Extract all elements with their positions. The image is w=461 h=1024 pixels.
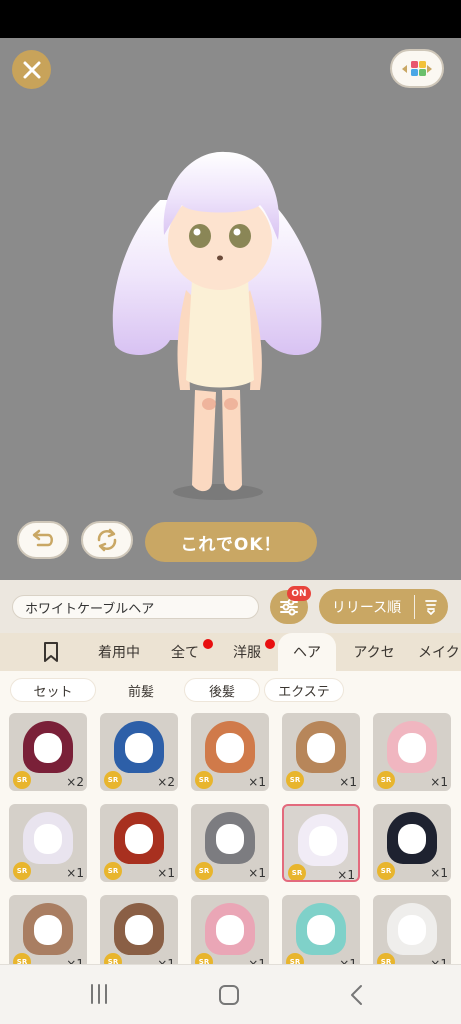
item-count: ×1 [157,957,175,964]
tab-hair[interactable]: ヘア [278,633,336,671]
rarity-badge: SR [13,953,31,964]
face-silhouette [125,824,153,854]
tab-all-notification-dot [203,639,213,649]
rarity-badge: SR [104,771,122,789]
hair-item-tile[interactable]: SR ×1 [373,804,451,882]
hair-item-tile[interactable]: SR ×1 [282,804,360,882]
hair-item-tile[interactable]: SR ×1 [191,713,269,791]
subtab-extension[interactable]: エクステ [264,678,344,702]
item-count: ×2 [157,775,175,789]
item-count: ×1 [430,957,448,964]
status-bar [0,0,461,38]
item-count: ×1 [337,868,355,882]
hair-item-tile[interactable]: SR ×1 [191,804,269,882]
hair-item-tile[interactable]: SR ×1 [282,895,360,964]
rarity-badge: SR [377,771,395,789]
face-silhouette [307,733,335,763]
item-count: ×2 [66,775,84,789]
item-grid: SR ×2 SR ×2 SR ×1 SR ×1 SR ×1 SR ×1 SR ×1 SR ×1 SR ×1 SR ×1… [0,709,461,964]
layout-toggle-button[interactable] [390,49,444,88]
face-silhouette [34,733,62,763]
item-name-field: ホワイトケーブルヘア [12,595,259,619]
subtab-back-hair[interactable]: 後髪 [184,678,260,702]
tab-bookmark[interactable] [28,633,74,671]
filter-on-badge: ON [287,586,311,601]
tab-clothes-notification-dot [265,639,275,649]
face-silhouette [125,733,153,763]
hair-item-tile[interactable]: SR ×1 [373,895,451,964]
hair-item-tile[interactable]: SR ×1 [282,713,360,791]
rarity-badge: SR [377,953,395,964]
face-silhouette [307,915,335,945]
tab-accessory[interactable]: アクセ [346,633,402,671]
bookmark-icon [44,642,58,662]
hair-item-tile[interactable]: SR ×1 [100,804,178,882]
undo-arrow-icon [32,529,53,547]
item-count: ×1 [430,775,448,789]
hair-item-tile[interactable]: SR ×1 [9,895,87,964]
close-button[interactable] [12,50,51,89]
face-silhouette [216,824,244,854]
face-silhouette [398,824,426,854]
sort-button[interactable]: リリース順 [319,589,448,624]
hair-item-tile[interactable]: SR ×2 [100,713,178,791]
sort-divider [414,594,415,619]
item-count: ×1 [66,957,84,964]
item-count: ×1 [339,775,357,789]
item-count: ×1 [248,775,266,789]
recent-apps-icon[interactable] [88,983,110,1005]
layout-toggle-icon [402,60,432,76]
system-navigation-bar [0,964,461,1024]
tab-all[interactable]: 全て [160,633,210,671]
face-silhouette [125,915,153,945]
rarity-badge: SR [104,862,122,880]
rarity-badge: SR [286,953,304,964]
rarity-badge: SR [104,953,122,964]
face-silhouette [216,915,244,945]
back-chevron-icon[interactable] [347,983,367,1007]
hair-item-tile[interactable]: SR ×2 [9,713,87,791]
subtab-set[interactable]: セット [10,678,96,702]
rarity-badge: SR [377,862,395,880]
rarity-badge: SR [286,771,304,789]
confirm-ok-button[interactable]: これでOK！ [145,522,317,562]
face-silhouette [309,826,337,856]
item-count: ×1 [248,866,266,880]
hair-item-tile[interactable]: SR ×1 [373,713,451,791]
category-tab-bar: 着用中 全て 洋服 ヘア アクセ メイク [0,633,461,671]
undo-button[interactable] [17,521,69,559]
close-x-icon [23,61,40,78]
item-count: ×1 [66,866,84,880]
rarity-badge: SR [13,862,31,880]
rarity-badge: SR [195,953,213,964]
face-silhouette [34,915,62,945]
rotate-icon [97,528,117,552]
face-silhouette [398,915,426,945]
face-silhouette [216,733,244,763]
avatar-character [112,151,322,500]
item-count: ×1 [430,866,448,880]
hair-item-tile[interactable]: SR ×1 [100,895,178,964]
item-count: ×1 [248,957,266,964]
home-icon[interactable] [217,983,241,1007]
subtab-front-hair[interactable]: 前髪 [101,678,181,702]
rotate-button[interactable] [81,521,133,559]
rarity-badge: SR [13,771,31,789]
subcategory-tab-bar: セット 前髪 後髪 エクステ [0,671,461,709]
sort-label: リリース順 [331,599,402,616]
hair-item-tile[interactable]: SR ×1 [191,895,269,964]
rarity-badge: SR [195,771,213,789]
sort-order-icon[interactable] [415,599,447,615]
tab-clothes[interactable]: 洋服 [222,633,272,671]
face-silhouette [34,824,62,854]
tab-wearing[interactable]: 着用中 [88,633,150,671]
hair-item-tile[interactable]: SR ×1 [9,804,87,882]
face-silhouette [398,733,426,763]
rarity-badge: SR [288,864,306,880]
rarity-badge: SR [195,862,213,880]
item-count: ×1 [157,866,175,880]
tab-makeup[interactable]: メイク [418,633,461,671]
item-count: ×1 [339,957,357,964]
